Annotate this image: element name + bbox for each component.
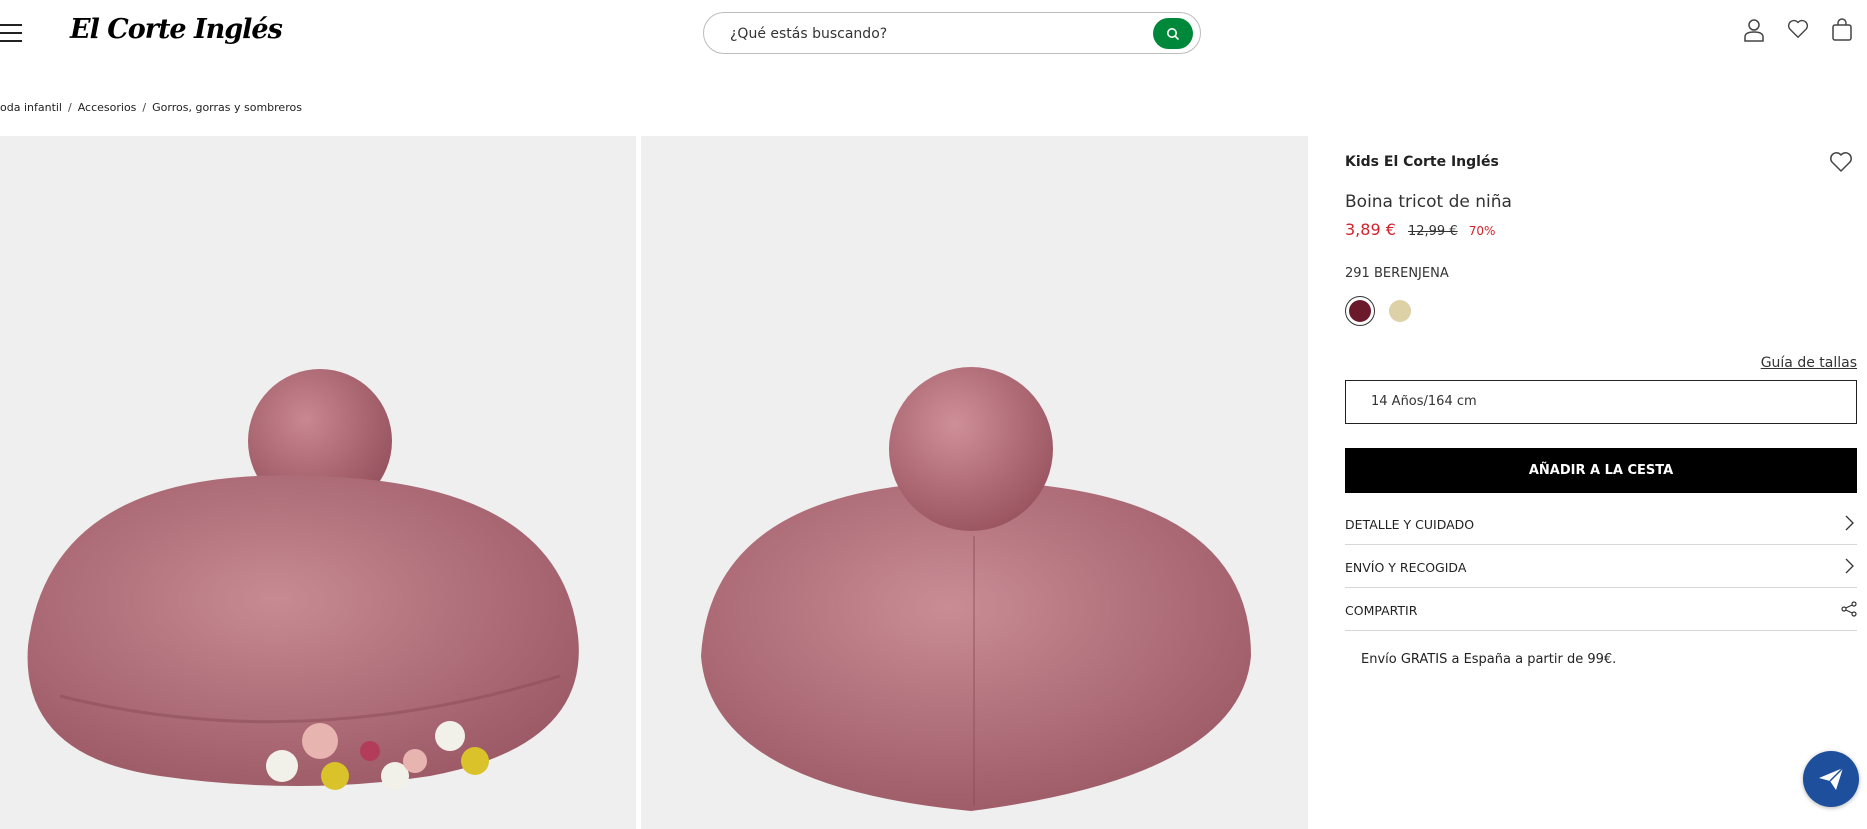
- breadcrumb-item-accesorios[interactable]: Accesorios: [78, 101, 137, 114]
- site-header: El Corte Inglés: [0, 0, 1867, 70]
- wishlist-heart-icon[interactable]: [1829, 151, 1853, 173]
- user-icon[interactable]: [1743, 18, 1765, 42]
- site-logo[interactable]: El Corte Inglés: [70, 14, 283, 45]
- breadcrumb: oda infantil / Accesorios / Gorros, gorras y…: [0, 101, 302, 114]
- original-price: 12,99 €: [1407, 224, 1458, 239]
- breadcrumb-item-gorros[interactable]: Gorros, gorras y sombreros: [152, 101, 302, 114]
- search-icon: [1167, 27, 1180, 40]
- share-icon: [1841, 601, 1857, 617]
- chat-button[interactable]: [1803, 751, 1859, 807]
- selected-color-label: 291 BERENJENA: [1345, 266, 1449, 281]
- add-to-cart-button[interactable]: AÑADIR A LA CESTA: [1345, 448, 1857, 493]
- product-name: Boina tricot de niña: [1345, 192, 1512, 213]
- shipping-note: Envío GRATIS a España a partir de 99€.: [1361, 652, 1617, 667]
- menu-icon[interactable]: [0, 24, 24, 44]
- product-image-2[interactable]: [641, 136, 1308, 829]
- color-swatches: [1345, 296, 1415, 326]
- price-block: 3,89 € 12,99 € 70%: [1345, 220, 1495, 239]
- size-selector[interactable]: 14 Años/164 cm: [1345, 380, 1857, 424]
- bag-icon[interactable]: [1831, 18, 1853, 42]
- search-input[interactable]: [728, 22, 1132, 46]
- product-brand[interactable]: Kids El Corte Inglés: [1345, 154, 1499, 170]
- heart-icon[interactable]: [1787, 18, 1809, 42]
- breadcrumb-item-moda-infantil[interactable]: oda infantil: [0, 101, 62, 114]
- accordion-envio-label: ENVÍO Y RECOGIDA: [1345, 560, 1467, 575]
- chevron-right-icon: [1845, 558, 1854, 574]
- accordion-envio[interactable]: ENVÍO Y RECOGIDA: [1345, 545, 1857, 588]
- chevron-right-icon: [1845, 515, 1854, 531]
- accordion-compartir[interactable]: COMPARTIR: [1345, 588, 1857, 631]
- size-guide-link[interactable]: Guía de tallas: [1761, 355, 1857, 371]
- product-image-1[interactable]: [0, 136, 636, 829]
- color-swatch-berenjena[interactable]: [1345, 296, 1375, 326]
- discount-badge: 70%: [1468, 224, 1496, 238]
- search-bar: [703, 12, 1201, 54]
- color-swatch-beige[interactable]: [1385, 296, 1415, 326]
- accordion-detalle-label: DETALLE Y CUIDADO: [1345, 517, 1475, 532]
- paper-plane-icon: [1819, 767, 1844, 790]
- search-button[interactable]: [1153, 18, 1193, 49]
- accordion-compartir-label: COMPARTIR: [1345, 603, 1418, 618]
- current-price: 3,89 €: [1345, 220, 1396, 239]
- accordion-detalle[interactable]: DETALLE Y CUIDADO: [1345, 502, 1857, 545]
